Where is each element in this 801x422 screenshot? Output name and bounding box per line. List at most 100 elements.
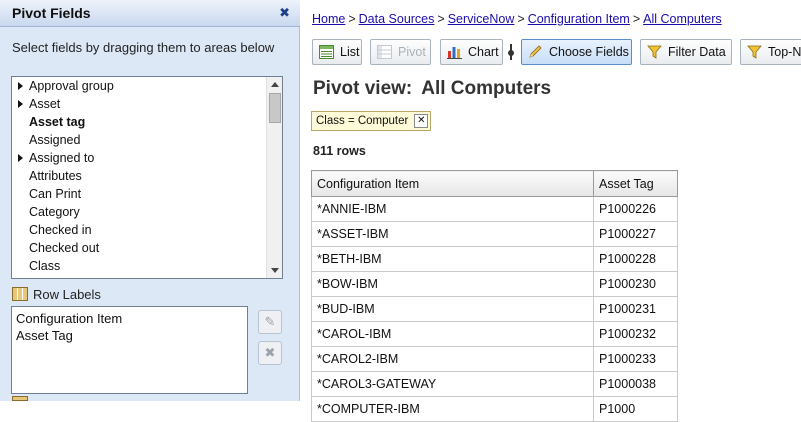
field-list-item-label: Assigned xyxy=(29,133,81,147)
breadcrumb-separator: > xyxy=(517,12,525,26)
filter-chip-label: Class = Computer xyxy=(316,115,409,127)
top-n-button[interactable]: Top-N xyxy=(740,39,801,65)
toolbar-separator-handle xyxy=(508,50,514,56)
table-row[interactable]: *CAROL-IBM P1000232 xyxy=(311,321,678,347)
cell-configuration-item: *ASSET-IBM xyxy=(311,221,594,247)
field-list-item[interactable]: Approval group xyxy=(12,77,282,95)
breadcrumb-home[interactable]: Home xyxy=(312,12,345,26)
field-list-item[interactable]: Assigned xyxy=(12,131,282,149)
field-list-item-label: Checked out xyxy=(29,241,100,255)
table-icon xyxy=(12,396,28,401)
choose-fields-button-label: Choose Fields xyxy=(549,45,629,59)
pivot-fields-panel: Pivot Fields ✖ Select fields by dragging… xyxy=(0,0,300,401)
filter-data-button[interactable]: Filter Data xyxy=(640,39,732,65)
row-count: 811 rows xyxy=(313,144,366,158)
field-list-item[interactable]: Asset tag xyxy=(12,113,282,131)
expand-arrow-icon[interactable] xyxy=(18,82,23,90)
table-icon xyxy=(12,287,28,301)
cell-configuration-item: *BUD-IBM xyxy=(311,296,594,322)
row-labels-title: Row Labels xyxy=(33,287,101,302)
breadcrumb-all-computers[interactable]: All Computers xyxy=(643,12,722,26)
table-row[interactable]: *CAROL2-IBM P1000233 xyxy=(311,346,678,372)
table-row[interactable]: *ASSET-IBM P1000227 xyxy=(311,221,678,247)
cell-configuration-item: *CAROL2-IBM xyxy=(311,346,594,372)
row-label-item[interactable]: Configuration Item xyxy=(16,310,243,327)
expand-arrow-icon[interactable] xyxy=(18,100,23,108)
cell-asset-tag: P1000226 xyxy=(593,196,678,222)
choose-fields-button[interactable]: Choose Fields xyxy=(521,39,632,65)
chart-button-label: Chart xyxy=(468,45,499,59)
cell-asset-tag: P1000038 xyxy=(593,371,678,397)
breadcrumb-servicenow[interactable]: ServiceNow xyxy=(448,12,515,26)
pivot-table: Configuration Item Asset Tag *ANNIE-IBM P… xyxy=(311,170,678,422)
view-title-prefix: Pivot view: xyxy=(313,78,413,99)
edit-row-label-button[interactable]: ✎ xyxy=(258,310,282,334)
field-list-item-label: Category xyxy=(29,205,80,219)
panel-header: Pivot Fields ✖ xyxy=(0,0,300,27)
remove-row-label-button[interactable]: ✖ xyxy=(258,341,282,365)
cell-asset-tag: P1000233 xyxy=(593,346,678,372)
breadcrumb-separator: > xyxy=(437,12,445,26)
cell-configuration-item: *CAROL3-GATEWAY xyxy=(311,371,594,397)
bar-chart-icon xyxy=(447,47,462,59)
pencil-icon: ✎ xyxy=(264,314,276,329)
field-list-item-label: Class xyxy=(29,259,61,273)
scroll-down-icon[interactable] xyxy=(271,268,279,273)
filter-icon xyxy=(747,45,762,59)
field-list-item[interactable]: Can Print xyxy=(12,185,282,203)
field-list-item[interactable]: Attributes xyxy=(12,167,282,185)
field-list-item-label: Asset tag xyxy=(29,115,86,129)
remove-filter-icon[interactable]: ✕ xyxy=(414,114,429,128)
row-labels-drop-area[interactable]: Configuration Item Asset Tag xyxy=(11,306,248,394)
cell-configuration-item: *BOW-IBM xyxy=(311,271,594,297)
filter-icon xyxy=(647,45,662,59)
scroll-thumb[interactable] xyxy=(269,93,281,123)
pivot-button[interactable]: Pivot xyxy=(370,39,431,65)
pivot-icon xyxy=(377,45,392,59)
field-list-item[interactable]: Checked out xyxy=(12,239,282,257)
cell-asset-tag: P1000230 xyxy=(593,271,678,297)
field-list-item-label: Attributes xyxy=(29,169,82,183)
field-list-item[interactable]: Category xyxy=(12,203,282,221)
table-row[interactable]: *BETH-IBM P1000228 xyxy=(311,246,678,272)
list-button[interactable]: List xyxy=(312,39,362,65)
cell-asset-tag: P1000228 xyxy=(593,246,678,272)
field-list-scrollbar[interactable] xyxy=(266,77,282,278)
table-row[interactable]: *COMPUTER-IBM P1000 xyxy=(311,396,678,422)
breadcrumb-configuration-item[interactable]: Configuration Item xyxy=(528,12,630,26)
top-n-button-label: Top-N xyxy=(768,45,801,59)
breadcrumb-data-sources[interactable]: Data Sources xyxy=(359,12,435,26)
panel-instructions: Select fields by dragging them to areas … xyxy=(12,40,275,55)
field-list-item-label: Approval group xyxy=(29,79,114,93)
column-header-configuration-item[interactable]: Configuration Item xyxy=(311,170,594,197)
row-label-item[interactable]: Asset Tag xyxy=(16,327,243,344)
table-row[interactable]: *BUD-IBM P1000231 xyxy=(311,296,678,322)
list-icon xyxy=(319,45,334,59)
breadcrumb-separator: > xyxy=(632,12,641,26)
table-row[interactable]: *CAROL3-GATEWAY P1000038 xyxy=(311,371,678,397)
expand-arrow-icon[interactable] xyxy=(18,154,23,162)
cell-configuration-item: *BETH-IBM xyxy=(311,246,594,272)
field-list-item[interactable]: Class xyxy=(12,257,282,275)
cell-asset-tag: P1000 xyxy=(593,396,678,422)
table-row[interactable]: *ANNIE-IBM P1000226 xyxy=(311,196,678,222)
field-list-item[interactable]: Asset xyxy=(12,95,282,113)
remove-icon: ✖ xyxy=(264,345,276,360)
breadcrumb-separator: > xyxy=(348,12,356,26)
page-title: Pivot view: All Computers xyxy=(313,78,551,100)
field-list-item[interactable]: Checked in xyxy=(12,221,282,239)
view-title-name: All Computers xyxy=(421,78,552,99)
column-header-asset-tag[interactable]: Asset Tag xyxy=(593,170,678,197)
chart-button[interactable]: Chart xyxy=(440,39,503,65)
cell-configuration-item: *COMPUTER-IBM xyxy=(311,396,594,422)
field-list-item[interactable]: Assigned to xyxy=(12,149,282,167)
scroll-up-icon[interactable] xyxy=(271,82,279,87)
close-icon[interactable]: ✖ xyxy=(279,5,290,21)
cell-configuration-item: *CAROL-IBM xyxy=(311,321,594,347)
field-list-item-label: Can Print xyxy=(29,187,82,201)
field-list[interactable]: Approval group Asset Asset tag Assigned Assi… xyxy=(11,76,283,279)
list-button-label: List xyxy=(340,45,360,59)
cell-configuration-item: *ANNIE-IBM xyxy=(311,196,594,222)
field-list-item-label: Asset xyxy=(29,97,61,111)
table-row[interactable]: *BOW-IBM P1000230 xyxy=(311,271,678,297)
